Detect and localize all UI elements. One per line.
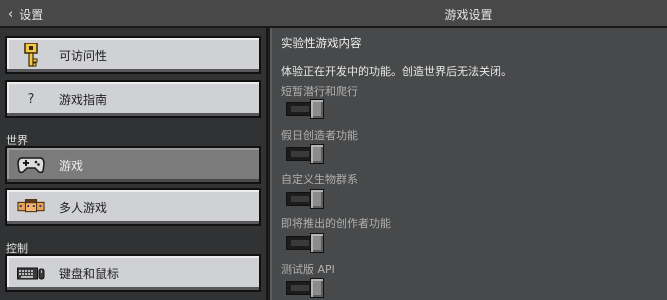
sidebar-item-accessibility[interactable]: 可访问性	[5, 36, 261, 74]
settings-sidebar: 可访问性 ? 游戏指南 世界 游戏 多人游戏 控制 键盘和鼠标	[0, 28, 268, 300]
sidebar-item-label: 可访问性	[59, 48, 108, 63]
toggle-knob	[310, 233, 324, 253]
sidebar-item-label: 键盘和鼠标	[59, 266, 120, 281]
toggle-sneak-crawl[interactable]	[286, 99, 324, 119]
experimental-panel: 实验性游戏内容 体验正在开发中的功能。创造世界后无法关闭。 短暂潜行和爬行 假日…	[270, 28, 667, 300]
toggle-upcoming-creator[interactable]	[286, 233, 324, 253]
sidebar-item-keyboard-mouse[interactable]: 键盘和鼠标	[5, 254, 261, 292]
option-label: 自定义生物群系	[281, 173, 358, 186]
toggle-knob	[310, 278, 324, 298]
keyboard-mouse-icon	[17, 261, 45, 285]
page-title: 游戏设置	[444, 8, 493, 22]
panel-title: 实验性游戏内容	[281, 36, 362, 50]
option-label: 短暂潜行和爬行	[281, 85, 358, 98]
option-label: 假日创造者功能	[281, 129, 358, 142]
key-icon	[17, 43, 45, 67]
multiplayer-icon	[17, 195, 45, 219]
sidebar-item-label: 游戏	[59, 158, 84, 173]
sidebar-item-label: 多人游戏	[59, 200, 108, 215]
toggle-beta-api[interactable]	[286, 278, 324, 298]
sidebar-item-label: 游戏指南	[59, 92, 108, 107]
sidebar-item-multiplayer[interactable]: 多人游戏	[5, 188, 261, 226]
question-icon: ?	[27, 91, 35, 107]
sidebar-item-how-to-play[interactable]: ? 游戏指南	[5, 80, 261, 118]
toggle-knob	[310, 189, 324, 209]
panel-description: 体验正在开发中的功能。创造世界后无法关闭。	[281, 65, 512, 78]
toggle-knob	[310, 144, 324, 164]
toggle-custom-biomes[interactable]	[286, 189, 324, 209]
top-bar: ‹ 设置 游戏设置	[0, 0, 667, 28]
toggle-knob	[310, 99, 324, 119]
option-label: 即将推出的创作者功能	[281, 217, 391, 230]
controller-icon	[17, 153, 45, 177]
option-label: 测试版 API	[281, 263, 335, 276]
toggle-holiday-creator[interactable]	[286, 144, 324, 164]
sidebar-item-game[interactable]: 游戏	[5, 146, 261, 184]
